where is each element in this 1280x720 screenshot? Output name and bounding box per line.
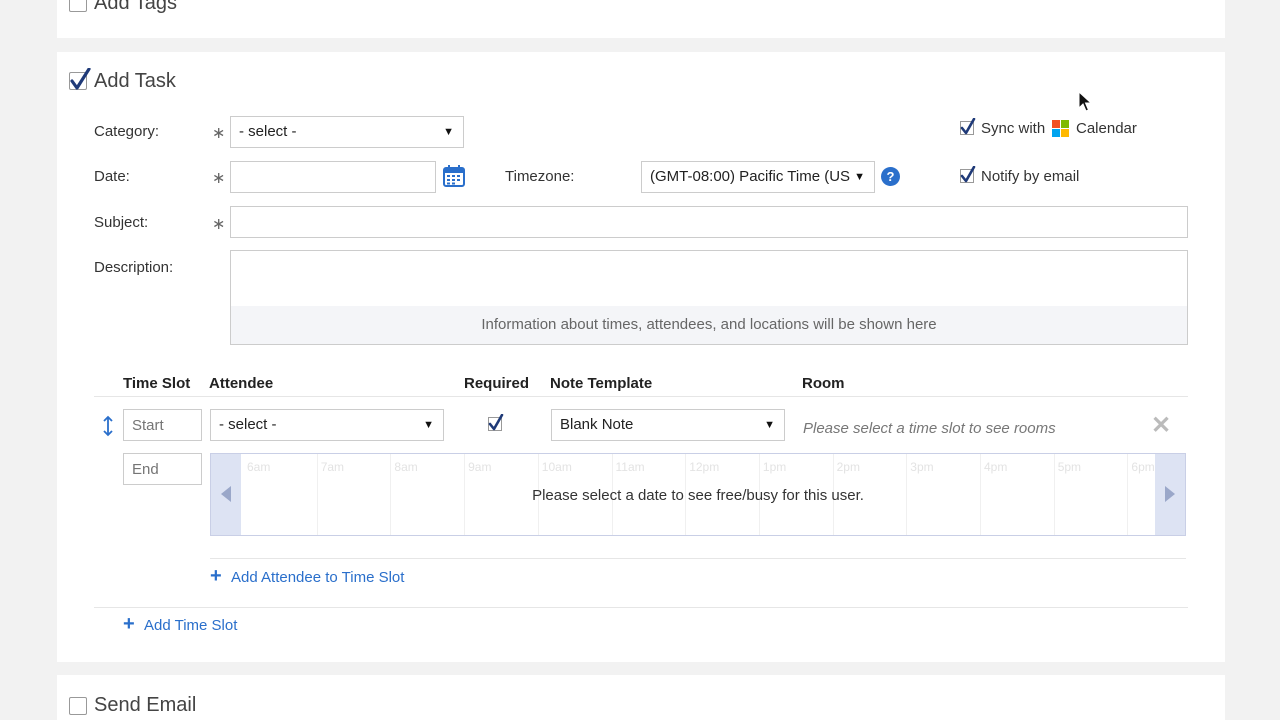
category-select-value: - select - — [239, 123, 297, 140]
remove-time-slot-close-icon[interactable]: ✕ — [1151, 411, 1171, 440]
end-time-input[interactable] — [123, 453, 202, 485]
hour-label: 9am — [468, 460, 492, 474]
add-attendee-link[interactable]: Add Attendee to Time Slot — [231, 569, 404, 586]
chevron-down-icon: ▼ — [423, 419, 434, 431]
category-select[interactable]: - select - ▼ — [230, 116, 464, 148]
divider — [94, 396, 1188, 397]
send-email-checkbox[interactable] — [69, 697, 87, 715]
add-tags-title: Add Tags — [94, 0, 178, 14]
header-note-template: Note Template — [550, 375, 653, 392]
hour-label: 3pm — [910, 460, 934, 474]
add-task-checkbox[interactable] — [69, 68, 91, 90]
hour-label: 5pm — [1057, 460, 1082, 474]
hour-label: 1pm — [762, 460, 787, 474]
sync-calendar-checkbox[interactable] — [960, 118, 976, 135]
plus-icon[interactable]: + — [123, 614, 135, 634]
required-mark: ∗ — [212, 125, 226, 142]
hour-label: 11am — [615, 460, 645, 474]
required-checkbox[interactable] — [488, 414, 504, 431]
hour-label: 12pm — [689, 460, 720, 474]
hour-label: 4pm — [984, 460, 1008, 474]
drag-handle-icon[interactable] — [102, 415, 114, 437]
category-label: Category: — [94, 123, 160, 140]
freebusy-message: Please select a date to see free/busy fo… — [532, 487, 864, 504]
hour-label: 7am — [320, 460, 345, 474]
rooms-message: Please select a time slot to see rooms — [803, 420, 1056, 437]
attendee-select[interactable]: - select - ▼ — [210, 409, 444, 441]
freebusy-grid: 6am 7am 8am 9am 10am 11am 12pm 1pm 2pm 3pm 4pm 5pm 6… — [210, 453, 1186, 536]
hour-label: 8am — [394, 460, 418, 474]
send-email-panel — [57, 675, 1225, 720]
date-input[interactable] — [230, 161, 436, 193]
description-info: Information about times, attendees, and … — [231, 306, 1187, 344]
calendar-icon[interactable] — [443, 165, 465, 187]
header-attendee: Attendee — [209, 375, 274, 392]
add-tags-checkbox[interactable] — [69, 0, 87, 12]
subject-label: Subject: — [94, 214, 149, 231]
divider — [210, 558, 1186, 559]
required-mark: ∗ — [212, 216, 226, 233]
hour-label: 2pm — [836, 460, 860, 474]
timezone-label: Timezone: — [505, 168, 575, 185]
hour-label: 6pm — [1131, 460, 1155, 474]
header-required: Required — [464, 375, 530, 392]
header-room: Room — [802, 375, 845, 392]
sync-with-label: Sync with — [981, 120, 1046, 137]
calendar-label: Calendar — [1076, 120, 1137, 137]
checkmark-icon — [960, 166, 976, 183]
checkmark-icon — [960, 118, 976, 135]
chevron-down-icon: ▼ — [443, 126, 454, 138]
notify-email-checkbox[interactable] — [960, 166, 976, 183]
mouse-cursor-icon — [1078, 91, 1092, 112]
checkmark-icon — [70, 68, 91, 90]
start-time-input[interactable] — [123, 409, 202, 441]
hour-label: 6am — [247, 460, 271, 474]
help-icon[interactable]: ? — [881, 167, 900, 186]
add-time-slot-link[interactable]: Add Time Slot — [144, 617, 237, 634]
required-mark: ∗ — [212, 170, 226, 187]
notify-email-label: Notify by email — [981, 168, 1080, 185]
attendee-select-value: - select - — [219, 416, 277, 433]
microsoft-logo-icon — [1052, 120, 1070, 138]
checkmark-icon — [488, 414, 504, 431]
description-textarea[interactable]: Information about times, attendees, and … — [230, 250, 1188, 345]
timezone-select-value: (GMT-08:00) Pacific Time (US — [650, 168, 851, 185]
note-template-value: Blank Note — [560, 416, 634, 433]
date-label: Date: — [94, 168, 130, 185]
note-template-select[interactable]: Blank Note ▼ — [551, 409, 785, 441]
timezone-select[interactable]: (GMT-08:00) Pacific Time (US ▼ — [641, 161, 875, 193]
divider — [94, 607, 1188, 608]
description-label: Description: — [94, 259, 174, 276]
add-task-title: Add Task — [94, 70, 176, 92]
send-email-title: Send Email — [94, 694, 197, 716]
header-time-slot: Time Slot — [123, 375, 191, 392]
chevron-down-icon: ▼ — [852, 162, 865, 192]
chevron-down-icon: ▼ — [764, 419, 775, 431]
subject-input[interactable] — [230, 206, 1188, 238]
hour-label: 10am — [541, 460, 572, 474]
plus-icon[interactable]: + — [210, 566, 222, 586]
add-tags-panel — [57, 0, 1225, 38]
